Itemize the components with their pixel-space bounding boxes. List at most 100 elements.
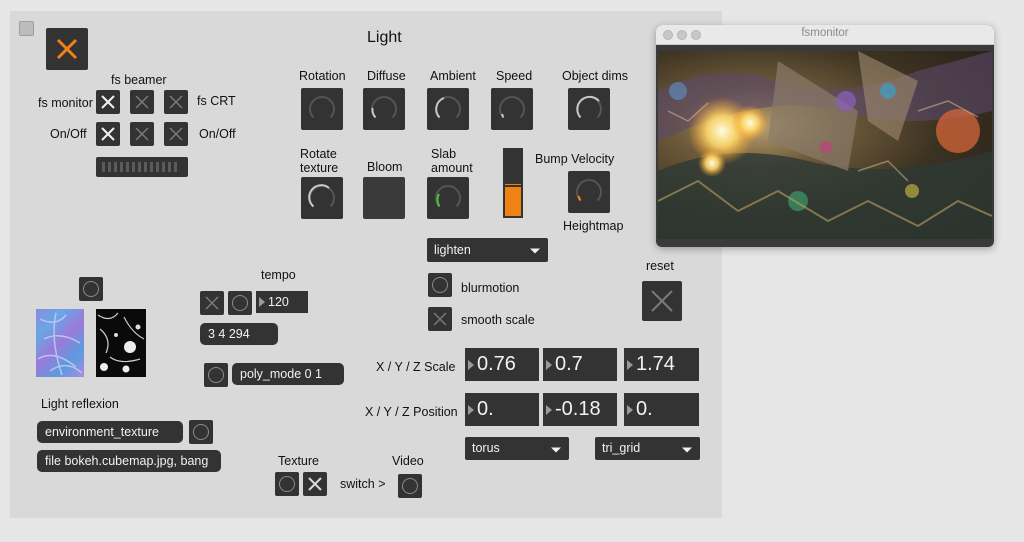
tempo-value: 120 xyxy=(268,295,289,309)
scale-x-number[interactable]: 0.76 xyxy=(465,348,539,381)
object-dims-label: Object dims xyxy=(562,69,628,83)
grid-menu-value: tri_grid xyxy=(602,441,641,455)
master-toggle[interactable] xyxy=(46,28,88,70)
diffuse-label: Diffuse xyxy=(367,69,406,83)
fs-beamer-toggle[interactable] xyxy=(130,90,154,114)
blend-mode-value: lighten xyxy=(434,243,471,257)
patcher-window: Light fs beamer fs monitor fs CRT On/Off… xyxy=(10,11,722,518)
vertical-slider[interactable] xyxy=(503,148,523,218)
shape-menu-value: torus xyxy=(472,441,500,455)
fs-monitor-label: fs monitor xyxy=(38,96,93,110)
fs-monitor-toggle[interactable] xyxy=(96,90,120,114)
heightmap-label: Heightmap xyxy=(563,219,624,233)
diffuse-dial[interactable] xyxy=(363,88,405,130)
texture-bang-button[interactable] xyxy=(79,277,103,301)
slab-amount-dial[interactable] xyxy=(427,177,469,219)
fs-crt-label: fs CRT xyxy=(197,94,236,108)
bump-velocity-label: Bump Velocity xyxy=(535,152,615,166)
blurmotion-button[interactable] xyxy=(428,273,452,297)
speed-dial[interactable] xyxy=(491,88,533,130)
slab-amount-label-1: Slab xyxy=(431,147,457,161)
rotate-texture-label-1: Rotate xyxy=(300,147,337,161)
position-x-number[interactable]: 0. xyxy=(465,393,539,426)
tempo-bang[interactable] xyxy=(228,291,252,315)
xyz-position-label: X / Y / Z Position xyxy=(365,405,458,419)
x-icon xyxy=(135,95,149,109)
triangle-icon xyxy=(546,404,552,415)
reset-button[interactable] xyxy=(642,281,682,321)
position-y-value: -0.18 xyxy=(555,398,601,420)
time-signature-message[interactable]: 3 4 294 xyxy=(200,323,278,345)
tempo-label: tempo xyxy=(261,268,296,282)
ambient-dial[interactable] xyxy=(427,88,469,130)
shape-menu[interactable]: torus xyxy=(465,437,569,460)
on-off-crt-toggle[interactable] xyxy=(164,122,188,146)
window-titlebar[interactable]: fsmonitor xyxy=(656,25,994,45)
x-icon xyxy=(433,312,447,326)
speed-label: Speed xyxy=(496,69,533,83)
chevron-down-icon xyxy=(682,447,692,452)
video-label: Video xyxy=(392,454,424,468)
reset-label: reset xyxy=(646,259,674,273)
scale-y-number[interactable]: 0.7 xyxy=(543,348,617,381)
texture-label: Texture xyxy=(278,454,319,468)
ambient-label: Ambient xyxy=(430,69,476,83)
on-off-beamer-toggle[interactable] xyxy=(130,122,154,146)
window-title: fsmonitor xyxy=(801,27,849,39)
slider-fill xyxy=(505,184,521,216)
xyz-scale-label: X / Y / Z Scale xyxy=(376,360,456,374)
chevron-down-icon xyxy=(530,248,540,254)
height-map-thumbnail xyxy=(96,309,146,377)
environment-bang[interactable] xyxy=(189,420,213,444)
grid-menu[interactable]: tri_grid xyxy=(595,437,700,460)
x-icon xyxy=(101,95,115,109)
bloom-label: Bloom xyxy=(367,160,403,174)
rotation-label: Rotation xyxy=(299,69,346,83)
on-off-monitor-toggle[interactable] xyxy=(96,122,120,146)
render-view xyxy=(658,51,992,239)
triangle-icon xyxy=(468,359,474,370)
patcher-title: Light xyxy=(367,29,402,46)
scale-z-value: 1.74 xyxy=(636,353,675,375)
fsmonitor-window[interactable]: fsmonitor xyxy=(656,25,994,247)
x-icon xyxy=(169,95,183,109)
blend-mode-menu[interactable]: lighten xyxy=(427,238,548,262)
triangle-icon xyxy=(627,359,633,370)
x-icon xyxy=(205,296,219,310)
environment-texture-message[interactable]: environment_texture xyxy=(37,421,183,443)
rotation-dial[interactable] xyxy=(301,88,343,130)
x-icon xyxy=(135,127,149,141)
tempo-number[interactable]: 120 xyxy=(256,291,308,313)
x-icon xyxy=(308,477,322,491)
position-y-number[interactable]: -0.18 xyxy=(543,393,617,426)
tempo-toggle[interactable] xyxy=(200,291,224,315)
fs-beamer-label: fs beamer xyxy=(111,73,167,87)
chevron-down-icon xyxy=(551,447,561,452)
video-bang[interactable] xyxy=(398,474,422,498)
fs-crt-toggle[interactable] xyxy=(164,90,188,114)
smooth-scale-toggle[interactable] xyxy=(428,307,452,331)
rotate-texture-dial[interactable] xyxy=(301,177,343,219)
texture-switch-toggle[interactable] xyxy=(303,472,327,496)
file-bokeh-message[interactable]: file bokeh.cubemap.jpg, bang xyxy=(37,450,221,472)
slab-amount-label-2: amount xyxy=(431,161,473,175)
position-z-number[interactable]: 0. xyxy=(624,393,699,426)
slider-notch xyxy=(505,185,521,187)
close-x-icon xyxy=(56,38,78,60)
bump-velocity-dial[interactable] xyxy=(568,171,610,213)
light-reflexion-label: Light reflexion xyxy=(41,397,119,411)
triangle-icon xyxy=(546,359,552,370)
normal-map-thumbnail xyxy=(36,309,84,377)
scale-x-value: 0.76 xyxy=(477,353,516,375)
bloom-dial[interactable] xyxy=(363,177,405,219)
texture-switch-bang[interactable] xyxy=(275,472,299,496)
lock-checkbox[interactable] xyxy=(19,21,34,36)
switch-label: switch > xyxy=(340,477,386,491)
position-z-value: 0. xyxy=(636,398,653,420)
triangle-icon xyxy=(627,404,633,415)
object-dims-dial[interactable] xyxy=(568,88,610,130)
poly-mode-message[interactable]: poly_mode 0 1 xyxy=(232,363,344,385)
x-icon xyxy=(651,290,673,312)
scale-z-number[interactable]: 1.74 xyxy=(624,348,699,381)
poly-mode-bang[interactable] xyxy=(204,363,228,387)
